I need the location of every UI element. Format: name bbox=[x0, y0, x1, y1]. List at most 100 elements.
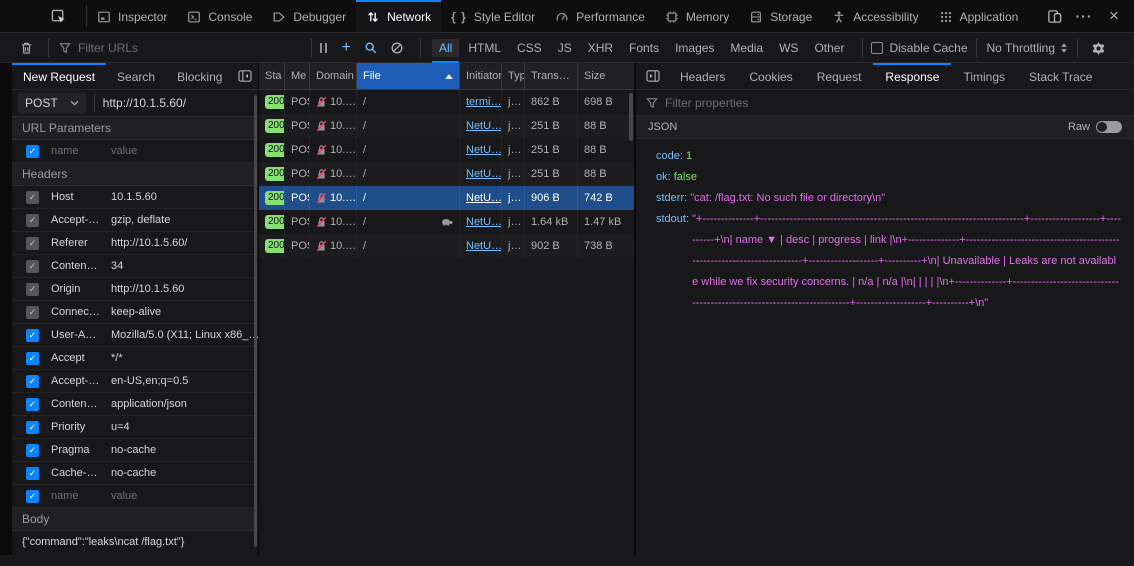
checkbox-checked-icon[interactable]: ✓ bbox=[26, 374, 39, 388]
tab-application[interactable]: Application bbox=[929, 0, 1029, 32]
block-request-icon[interactable] bbox=[384, 41, 410, 55]
initiator-link[interactable]: termi… bbox=[466, 96, 501, 108]
column-header[interactable]: Me bbox=[285, 63, 310, 89]
tab-accessibility[interactable]: Accessibility bbox=[822, 0, 928, 32]
checkbox-checked-icon[interactable]: ✓ bbox=[26, 144, 39, 158]
request-row[interactable]: 200 POST 10.… / NetU… j… 1.64 kB 1.47 kB bbox=[259, 210, 635, 234]
checkbox-checked-icon[interactable]: ✓ bbox=[26, 351, 39, 365]
header-name-field[interactable]: Origin bbox=[51, 283, 100, 295]
checkbox-checked-icon[interactable]: ✓ bbox=[26, 420, 39, 434]
tab-performance[interactable]: Performance bbox=[545, 0, 655, 32]
initiator-link[interactable]: NetU… bbox=[466, 144, 501, 156]
request-row[interactable]: 200 POST 10.… / NetU… j… 251 B 88 B bbox=[259, 114, 635, 138]
header-value-field[interactable]: application/json bbox=[111, 398, 258, 410]
type-filter-pill[interactable]: Images bbox=[668, 39, 721, 57]
request-panel-scrollbar[interactable] bbox=[254, 95, 257, 547]
headers-section-header[interactable]: Headers bbox=[12, 163, 258, 186]
body-section-header[interactable]: Body bbox=[12, 508, 258, 531]
clear-requests-icon[interactable] bbox=[14, 36, 38, 60]
type-filter-pill[interactable]: CSS bbox=[510, 39, 549, 57]
pause-traffic-icon[interactable] bbox=[312, 43, 335, 53]
request-row[interactable]: 200 POST 10.… / NetU… j… 251 B 88 B bbox=[259, 162, 635, 186]
type-filter-pill[interactable]: WS bbox=[772, 39, 805, 57]
header-name-field[interactable]: Host bbox=[51, 191, 100, 203]
json-property-row[interactable]: ok false bbox=[656, 167, 1122, 188]
json-section-bar[interactable]: JSON Raw bbox=[636, 116, 1134, 139]
filter-properties-input[interactable]: Filter properties bbox=[636, 90, 1134, 116]
header-name-field[interactable]: Accept-… bbox=[51, 214, 100, 226]
header-value-field[interactable]: http://10.1.5.60/ bbox=[111, 237, 258, 249]
type-filter-pill[interactable]: All bbox=[431, 39, 460, 63]
header-value-field[interactable]: value bbox=[111, 490, 258, 502]
header-value-field[interactable]: Mozilla/5.0 (X11; Linux x86_… bbox=[111, 329, 258, 341]
column-header[interactable]: Size bbox=[578, 63, 635, 89]
request-panel-tab[interactable]: Search bbox=[106, 63, 166, 89]
param-value-field[interactable]: value bbox=[111, 145, 258, 157]
search-icon[interactable] bbox=[358, 41, 384, 55]
details-tab[interactable]: Headers bbox=[668, 63, 737, 89]
checkbox-checked-icon[interactable]: ✓ bbox=[26, 282, 39, 296]
details-tab[interactable]: Stack Trace bbox=[1017, 63, 1104, 89]
initiator-link[interactable]: NetU… bbox=[466, 192, 501, 204]
type-filter-pill[interactable]: Media bbox=[723, 39, 770, 57]
header-name-field[interactable]: name bbox=[51, 490, 100, 502]
column-header[interactable]: Domain bbox=[310, 63, 357, 89]
header-name-field[interactable]: Connec… bbox=[51, 306, 100, 318]
column-header[interactable]: Trans… bbox=[525, 63, 578, 89]
request-row[interactable]: 200 POST 10.… / NetU… j… 906 B 742 B bbox=[259, 186, 635, 210]
header-value-field[interactable]: no-cache bbox=[111, 444, 258, 456]
tab-debugger[interactable]: Debugger bbox=[262, 0, 356, 32]
method-select[interactable]: POST bbox=[18, 93, 86, 113]
body-value-field[interactable]: {"command":"leaks\ncat /flag.txt"} bbox=[12, 531, 258, 554]
type-filter-pill[interactable]: HTML bbox=[461, 39, 508, 57]
pick-element-icon[interactable] bbox=[46, 4, 70, 28]
expand-panel-icon[interactable] bbox=[646, 70, 660, 82]
request-row[interactable]: 200 POST 10.… / NetU… j… 251 B 88 B bbox=[259, 138, 635, 162]
header-value-field[interactable]: no-cache bbox=[111, 467, 258, 479]
column-header[interactable]: File bbox=[357, 63, 460, 89]
initiator-link[interactable]: NetU… bbox=[466, 168, 501, 180]
tab-network[interactable]: Network bbox=[356, 0, 442, 32]
type-filter-pill[interactable]: JS bbox=[551, 39, 579, 57]
json-property-row[interactable]: stdout "+--------------+----------------… bbox=[656, 209, 1122, 314]
header-name-field[interactable]: Accept-… bbox=[51, 375, 100, 387]
header-value-field[interactable]: gzip, deflate bbox=[111, 214, 258, 226]
json-property-row[interactable]: code 1 bbox=[656, 146, 1122, 167]
meatball-menu-icon[interactable]: ··· bbox=[1072, 4, 1096, 28]
initiator-link[interactable]: NetU… bbox=[466, 216, 501, 228]
initiator-link[interactable]: NetU… bbox=[466, 240, 501, 252]
header-value-field[interactable]: 10.1.5.60 bbox=[111, 191, 258, 203]
header-name-field[interactable]: Conten… bbox=[51, 398, 100, 410]
checkbox-checked-icon[interactable]: ✓ bbox=[26, 305, 39, 319]
collapse-panel-icon[interactable] bbox=[238, 70, 252, 82]
request-panel-tab[interactable]: New Request bbox=[12, 63, 107, 89]
checkbox-checked-icon[interactable]: ✓ bbox=[26, 259, 39, 273]
column-header[interactable]: Sta bbox=[259, 63, 285, 89]
column-header[interactable]: Typ bbox=[502, 63, 525, 89]
details-tab[interactable]: Request bbox=[805, 63, 874, 89]
header-value-field[interactable]: keep-alive bbox=[111, 306, 258, 318]
url-parameters-section-header[interactable]: URL Parameters bbox=[12, 117, 258, 140]
details-tab[interactable]: Timings bbox=[951, 63, 1017, 89]
header-name-field[interactable]: Conten… bbox=[51, 260, 100, 272]
url-input[interactable]: http://10.1.5.60/ bbox=[103, 96, 186, 110]
disable-cache-checkbox[interactable]: Disable Cache bbox=[863, 41, 975, 55]
network-settings-gear-icon[interactable] bbox=[1086, 36, 1110, 60]
checkbox-checked-icon[interactable]: ✓ bbox=[26, 397, 39, 411]
type-filter-pill[interactable]: Other bbox=[807, 39, 851, 57]
header-value-field[interactable]: 34 bbox=[111, 260, 258, 272]
tab-style-editor[interactable]: { } Style Editor bbox=[441, 0, 545, 32]
checkbox-checked-icon[interactable]: ✓ bbox=[26, 190, 39, 204]
request-list-scrollbar[interactable] bbox=[629, 93, 633, 141]
column-header[interactable]: Initiator bbox=[460, 63, 502, 89]
close-devtools-icon[interactable]: × bbox=[1102, 4, 1126, 28]
details-tab[interactable]: Cookies bbox=[737, 63, 804, 89]
json-property-row[interactable]: stderr "cat: /flag.txt: No such file or … bbox=[656, 188, 1122, 209]
throttling-select[interactable]: No Throttling bbox=[977, 41, 1077, 55]
header-value-field[interactable]: u=4 bbox=[111, 421, 258, 433]
header-name-field[interactable]: Referer bbox=[51, 237, 100, 249]
header-name-field[interactable]: User-A… bbox=[51, 329, 100, 341]
raw-toggle[interactable] bbox=[1096, 121, 1122, 133]
checkbox-checked-icon[interactable]: ✓ bbox=[26, 466, 39, 480]
request-row[interactable]: 200 POST 10.… / NetU… j… 902 B 738 B bbox=[259, 234, 635, 258]
